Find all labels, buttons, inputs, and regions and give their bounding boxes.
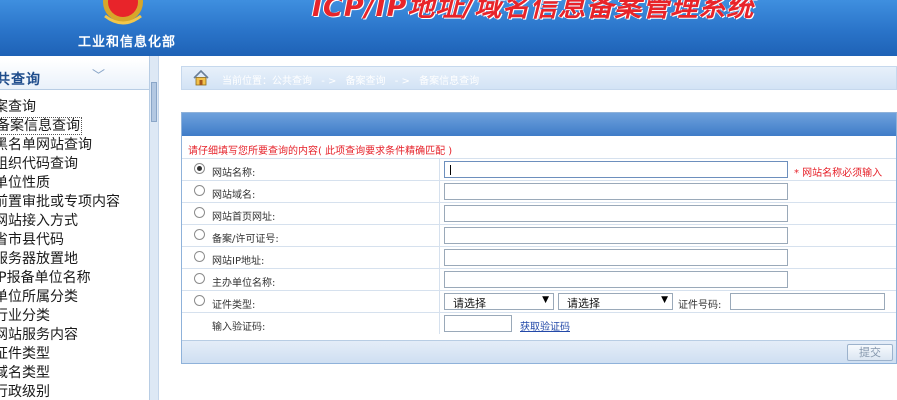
sidebar-item[interactable]: 行业分类	[0, 307, 120, 326]
sidebar-title: 共查询	[0, 72, 41, 88]
captcha-input[interactable]	[444, 315, 512, 332]
sidebar-item-label: 单位性质	[0, 175, 50, 191]
sidebar-item[interactable]: 网站服务内容	[0, 326, 120, 345]
breadcrumb-sep: - >	[321, 76, 337, 87]
panel-header	[182, 113, 896, 136]
cert-subtype-value: 请选择	[567, 297, 600, 310]
radio-ip[interactable]	[194, 251, 205, 262]
sidebar-item[interactable]: 网站接入方式	[0, 212, 120, 231]
cert-subtype-select[interactable]: 请选择 ▼	[558, 293, 673, 310]
query-notice: 请仔细填写您所要查询的内容( 此项查询要求条件精确匹配 )	[188, 146, 453, 157]
sidebar-item-label: 网站服务内容	[0, 327, 78, 343]
sidebar-item[interactable]: IP报备单位名称	[0, 269, 120, 288]
sidebar-item[interactable]: 单位性质	[0, 174, 120, 193]
sidebar-item-label: 行政级别	[0, 384, 50, 400]
label-organizer: 主办单位名称:	[212, 278, 276, 289]
collapse-chevron-icon[interactable]: ﹀	[92, 65, 105, 84]
sidebar-item[interactable]: 黑名单网站查询	[0, 136, 120, 155]
sidebar-item[interactable]: 单位所属分类	[0, 288, 120, 307]
sidebar-menu: 案查询备案信息查询黑名单网站查询组织代码查询单位性质前置审批或专项内容网站接入方…	[0, 98, 120, 400]
breadcrumb: 当前位置：公共查询 - > 备案查询 - > 备案信息查询	[181, 66, 897, 90]
sidebar-item[interactable]: 行政级别	[0, 383, 120, 400]
organizer-input[interactable]	[444, 271, 788, 288]
label-ip: 网站IP地址:	[212, 256, 265, 267]
dropdown-arrow-icon: ▼	[661, 295, 668, 305]
ministry-name: 工业和信息化部	[78, 35, 177, 50]
breadcrumb-text: 当前位置：公共查询 - > 备案查询 - > 备案信息查询	[222, 72, 485, 87]
form-row-license: 备案/许可证号:	[182, 224, 896, 246]
sidebar-item-label: 行业分类	[0, 308, 50, 324]
cert-type-value: 请选择	[453, 297, 486, 310]
sidebar-item-label: IP报备单位名称	[0, 270, 91, 286]
form-row-cert: 证件类型: 请选择 ▼ 请选择 ▼ 证件号码:	[182, 290, 896, 312]
sidebar-item-label: 域名类型	[0, 365, 50, 381]
label-domain: 网站域名:	[212, 190, 256, 201]
get-captcha-link[interactable]: 获取验证码	[520, 318, 570, 333]
sidebar-item[interactable]: 前置审批或专项内容	[0, 193, 120, 212]
query-panel: 请仔细填写您所要查询的内容( 此项查询要求条件精确匹配 ) 网站名称: * 网站…	[181, 112, 897, 364]
cert-number-label: 证件号码:	[678, 300, 722, 311]
license-input[interactable]	[444, 227, 788, 244]
sidebar-item[interactable]: 证件类型	[0, 345, 120, 364]
sidebar-item-label: 证件类型	[0, 346, 50, 362]
cert-type-select[interactable]: 请选择 ▼	[444, 293, 554, 310]
dropdown-arrow-icon: ▼	[542, 295, 549, 305]
sidebar-item-label: 服务器放置地	[0, 251, 78, 267]
system-title: ICP/IP地址/域名信息备案管理系统	[312, 0, 755, 23]
ip-input[interactable]	[444, 249, 788, 266]
required-note: * 网站名称必须输入	[794, 168, 883, 179]
page: 工业和信息化部 ICP/IP地址/域名信息备案管理系统 共查询 ﹀ 案查询备案信…	[0, 0, 897, 400]
label-captcha: 输入验证码:	[212, 322, 266, 333]
form-row-captcha: 输入验证码: 获取验证码	[182, 312, 896, 334]
text-caret	[450, 165, 451, 175]
sidebar-item-label: 组织代码查询	[0, 156, 78, 172]
sidebar-item-label: 单位所属分类	[0, 289, 78, 305]
panel-footer: 提交	[182, 340, 896, 363]
radio-cert[interactable]	[194, 295, 205, 306]
sidebar-item-label: 前置审批或专项内容	[0, 194, 120, 210]
label-homepage: 网站首页网址:	[212, 212, 276, 223]
radio-site-name[interactable]	[194, 163, 205, 174]
label-site-name: 网站名称:	[212, 168, 256, 179]
form-row-organizer: 主办单位名称:	[182, 268, 896, 290]
homepage-input[interactable]	[444, 205, 788, 222]
sidebar-item[interactable]: 案查询	[0, 98, 120, 117]
breadcrumb-prefix: 当前位置：公共查询	[222, 76, 312, 87]
label-cert: 证件类型:	[212, 300, 256, 311]
sidebar: 共查询 ﹀ 案查询备案信息查询黑名单网站查询组织代码查询单位性质前置审批或专项内…	[0, 56, 150, 400]
form-row-site-name: 网站名称: * 网站名称必须输入	[182, 158, 896, 180]
national-emblem-icon	[103, 0, 143, 25]
label-license: 备案/许可证号:	[212, 234, 279, 245]
site-header: 工业和信息化部 ICP/IP地址/域名信息备案管理系统	[0, 0, 897, 56]
form-row-homepage: 网站首页网址:	[182, 202, 896, 224]
sidebar-item[interactable]: 备案信息查询	[0, 117, 120, 136]
breadcrumb-item-query[interactable]: 备案查询	[346, 76, 386, 87]
domain-input[interactable]	[444, 183, 788, 200]
sidebar-item[interactable]: 组织代码查询	[0, 155, 120, 174]
breadcrumb-item-current: 备案信息查询	[419, 76, 480, 87]
site-name-input[interactable]	[444, 161, 788, 178]
sidebar-item[interactable]: 服务器放置地	[0, 250, 120, 269]
sidebar-item-label: 案查询	[0, 99, 36, 115]
sidebar-item-label: 黑名单网站查询	[0, 137, 92, 153]
cert-number-input[interactable]	[730, 293, 885, 310]
sidebar-item[interactable]: 域名类型	[0, 364, 120, 383]
breadcrumb-sep: - >	[394, 76, 410, 87]
submit-button[interactable]: 提交	[847, 344, 893, 361]
form-row-domain: 网站域名:	[182, 180, 896, 202]
sidebar-item-label: 备案信息查询	[0, 117, 82, 135]
radio-domain[interactable]	[194, 185, 205, 196]
sidebar-header[interactable]: 共查询 ﹀	[0, 60, 149, 90]
radio-license[interactable]	[194, 229, 205, 240]
sidebar-item[interactable]: 省市县代码	[0, 231, 120, 250]
home-icon	[193, 69, 209, 86]
radio-organizer[interactable]	[194, 273, 205, 284]
sidebar-item-label: 省市县代码	[0, 232, 64, 248]
form-row-ip: 网站IP地址:	[182, 246, 896, 268]
radio-homepage[interactable]	[194, 207, 205, 218]
sidebar-item-label: 网站接入方式	[0, 213, 78, 229]
splitter-handle[interactable]	[151, 82, 157, 122]
